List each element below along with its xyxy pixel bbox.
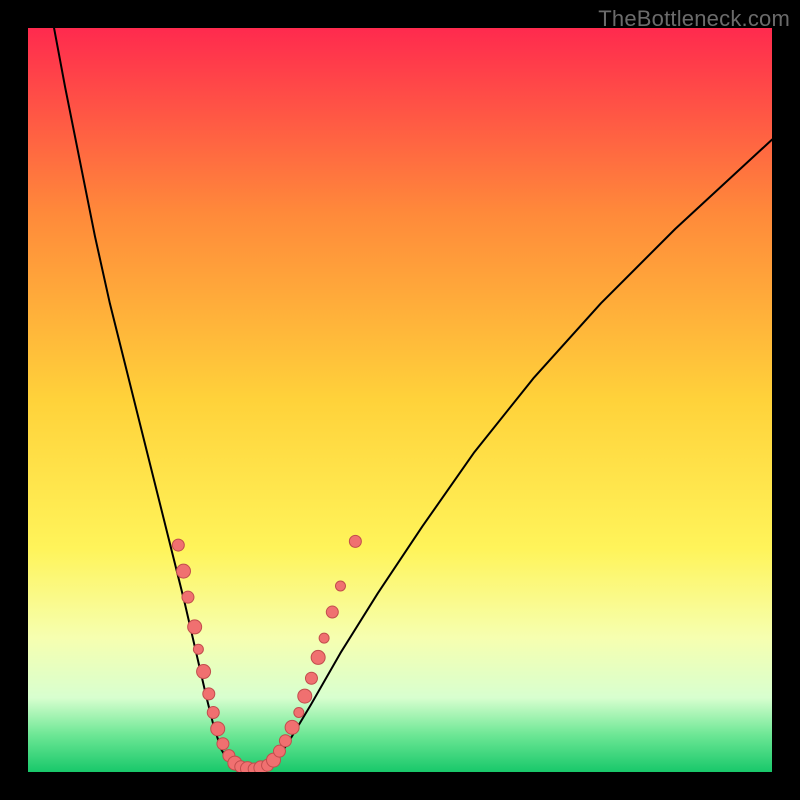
marker-dot — [326, 606, 338, 618]
marker-dot — [311, 650, 325, 664]
marker-dot — [203, 688, 215, 700]
marker-dot — [298, 689, 312, 703]
marker-dot — [197, 665, 211, 679]
chart-svg — [28, 28, 772, 772]
marker-dot — [285, 720, 299, 734]
marker-dot — [349, 535, 361, 547]
outer-frame: TheBottleneck.com — [0, 0, 800, 800]
marker-dot — [177, 564, 191, 578]
marker-dot — [335, 581, 345, 591]
marker-dot — [319, 633, 329, 643]
plot-area — [28, 28, 772, 772]
marker-dot — [207, 706, 219, 718]
gradient-background — [28, 28, 772, 772]
marker-dot — [211, 722, 225, 736]
marker-dot — [193, 644, 203, 654]
marker-dot — [279, 735, 291, 747]
marker-dot — [172, 539, 184, 551]
marker-dot — [182, 591, 194, 603]
marker-dot — [188, 620, 202, 634]
marker-dot — [294, 707, 304, 717]
watermark-text: TheBottleneck.com — [598, 6, 790, 32]
marker-dot — [217, 738, 229, 750]
marker-dot — [305, 672, 317, 684]
